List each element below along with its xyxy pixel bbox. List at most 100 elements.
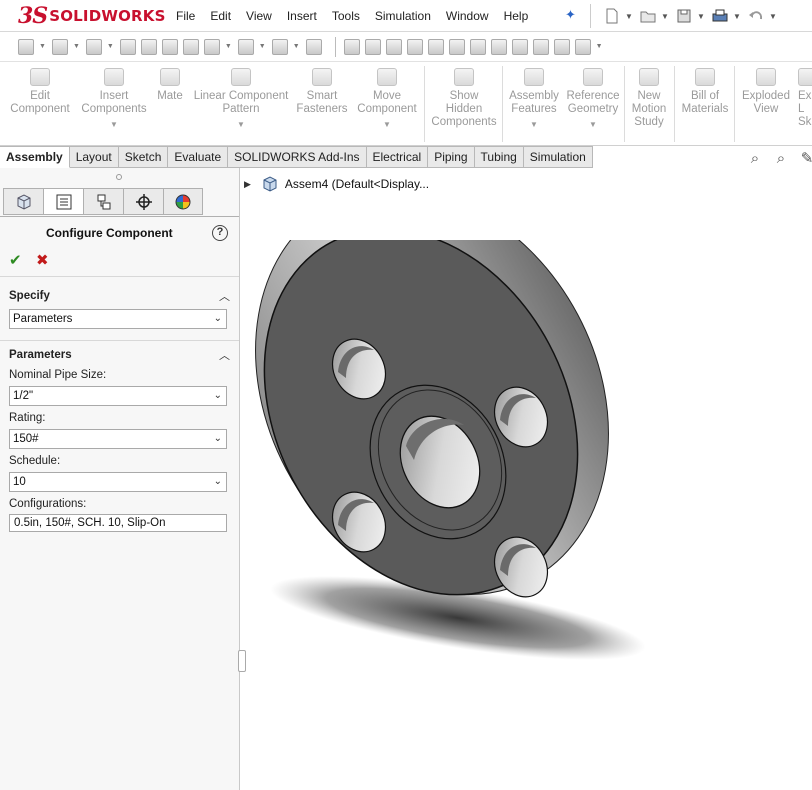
dropdown-icon: ▼	[292, 43, 300, 50]
toolbar-scene-icon[interactable]	[203, 38, 220, 55]
specify-select[interactable]: Parameters ⌄	[9, 309, 227, 329]
tab-evaluate[interactable]: Evaluate	[168, 146, 229, 168]
tab-tubing[interactable]: Tubing	[474, 146, 524, 168]
panel-grip-handle[interactable]	[116, 174, 122, 180]
toolbar-section-icon[interactable]	[119, 38, 136, 55]
show-hidden-icon	[454, 68, 474, 86]
toolbar-plane2-icon[interactable]	[574, 38, 591, 55]
menu-insert[interactable]: Insert	[287, 9, 317, 23]
tab-piping[interactable]: Piping	[428, 146, 475, 168]
toolbar-plane-icon[interactable]	[237, 38, 254, 55]
toolbar-appearance-icon[interactable]	[182, 38, 199, 55]
assembly-root-label[interactable]: Assem4 (Default<Display...	[285, 177, 429, 191]
schedule-select[interactable]: 10 ⌄	[9, 472, 227, 492]
tab-sketch[interactable]: Sketch	[118, 146, 169, 168]
panel-splitter-handle[interactable]	[238, 650, 246, 672]
toolbar-cube2-icon[interactable]	[406, 38, 423, 55]
chevron-up-icon[interactable]: ︿	[219, 347, 230, 363]
undo-dropdown-icon[interactable]: ▼	[769, 12, 777, 21]
toolbar-hide-icon[interactable]	[161, 38, 178, 55]
linear-component-pattern-button[interactable]: Linear Component Pattern ▼	[190, 68, 292, 131]
cancel-x-icon[interactable]: ✖	[36, 251, 49, 269]
tab-assembly[interactable]: Assembly	[0, 146, 70, 168]
menu-simulation[interactable]: Simulation	[375, 9, 431, 23]
new-dropdown-icon[interactable]: ▼	[625, 12, 633, 21]
toolbar-part-icon[interactable]	[18, 38, 34, 55]
chevron-up-icon[interactable]: ︿	[219, 288, 230, 304]
toolbar-cube8-icon[interactable]	[532, 38, 549, 55]
toolbar-component-icon[interactable]	[51, 38, 68, 55]
specify-section-heading[interactable]: Specify	[9, 290, 50, 302]
open-dropdown-icon[interactable]: ▼	[661, 12, 669, 21]
toolbar-cube3-icon[interactable]	[427, 38, 444, 55]
open-folder-icon[interactable]	[639, 7, 657, 25]
toolbar-curve-icon[interactable]	[271, 38, 288, 55]
toolbar-cube-icon[interactable]	[385, 38, 402, 55]
menu-bar: 3S SOLIDWORKS File Edit View Insert Tool…	[0, 0, 812, 32]
tab-electrical[interactable]: Electrical	[366, 146, 429, 168]
bill-of-materials-button[interactable]: Bill of Materials	[678, 68, 732, 116]
new-document-icon[interactable]	[603, 7, 621, 25]
parameters-section-heading[interactable]: Parameters	[9, 349, 72, 361]
toolbar-box-icon[interactable]	[364, 38, 381, 55]
panel-divider	[0, 276, 239, 277]
property-manager-tab[interactable]	[43, 188, 83, 215]
nominal-pipe-size-select[interactable]: 1/2" ⌄	[9, 386, 227, 406]
configuration-manager-tab[interactable]	[83, 188, 123, 215]
edit-component-label: Edit Component	[10, 90, 70, 115]
toolbar-3d-icon[interactable]	[343, 38, 360, 55]
explode-line-sketch-button[interactable]: Ex L Sk	[798, 68, 812, 129]
assembly-features-button[interactable]: Assembly Features ▼	[506, 68, 562, 131]
reference-geometry-button[interactable]: Reference Geometry ▼	[564, 68, 622, 131]
expand-arrow-icon[interactable]: ▶	[244, 179, 251, 190]
menu-view[interactable]: View	[246, 9, 272, 23]
display-manager-tab[interactable]	[163, 188, 203, 215]
heads-up-toolbar: ▼ ▼ ▼ ▼ ▼ ▼ ▼	[0, 32, 812, 62]
menu-help[interactable]: Help	[504, 9, 529, 23]
print-icon[interactable]	[711, 7, 729, 25]
flange-model[interactable]	[246, 240, 666, 690]
previous-view-icon[interactable]: ✎	[798, 150, 812, 168]
configurations-field[interactable]: 0.5in, 150#, SCH. 10, Slip-On	[9, 514, 227, 532]
toolbar-view-icon[interactable]	[85, 38, 102, 55]
print-dropdown-icon[interactable]: ▼	[733, 12, 741, 21]
dimxpert-manager-tab[interactable]	[123, 188, 163, 215]
toolbar-cube7-icon[interactable]	[511, 38, 528, 55]
menu-tools[interactable]: Tools	[332, 9, 360, 23]
new-motion-study-button[interactable]: New Motion Study	[626, 68, 672, 129]
toolbar-cube5-icon[interactable]	[469, 38, 486, 55]
move-component-button[interactable]: Move Component ▼	[354, 68, 420, 131]
tab-simulation[interactable]: Simulation	[523, 146, 593, 168]
exploded-view-button[interactable]: Exploded View	[738, 68, 794, 116]
insert-components-button[interactable]: Insert Components ▼	[78, 68, 150, 131]
exploded-view-icon	[756, 68, 776, 86]
zoom-to-fit-icon[interactable]: ⌕	[746, 150, 764, 168]
toolbar-cube9-icon[interactable]	[553, 38, 570, 55]
toolbar-display-icon[interactable]	[140, 38, 157, 55]
rating-select[interactable]: 150# ⌄	[9, 429, 227, 449]
panel-divider	[0, 340, 239, 341]
pin-icon[interactable]: ✦	[565, 8, 579, 22]
toolbar-cube4-icon[interactable]	[448, 38, 465, 55]
toolbar-measure-icon[interactable]	[305, 38, 322, 55]
menu-file[interactable]: File	[176, 9, 195, 23]
tab-solidworks-addins[interactable]: SOLIDWORKS Add-Ins	[228, 146, 367, 168]
configurations-label: Configurations:	[9, 498, 87, 510]
toolbar-cube6-icon[interactable]	[490, 38, 507, 55]
show-hidden-components-button[interactable]: Show Hidden Components	[428, 68, 500, 129]
help-icon[interactable]: ?	[212, 225, 228, 241]
edit-component-button[interactable]: Edit Component	[8, 68, 72, 116]
tab-layout[interactable]: Layout	[69, 146, 119, 168]
property-list-icon	[56, 194, 71, 209]
mate-button[interactable]: Mate	[152, 68, 188, 103]
feature-manager-tab[interactable]	[3, 188, 43, 215]
menu-window[interactable]: Window	[446, 9, 489, 23]
solidworks-logo[interactable]: 3S SOLIDWORKS	[18, 3, 166, 29]
menu-edit[interactable]: Edit	[210, 9, 231, 23]
ok-checkmark-icon[interactable]: ✔	[9, 251, 22, 269]
zoom-to-area-icon[interactable]: ⌕	[772, 150, 790, 168]
save-dropdown-icon[interactable]: ▼	[697, 12, 705, 21]
save-icon[interactable]	[675, 7, 693, 25]
undo-icon[interactable]	[747, 7, 765, 25]
smart-fasteners-button[interactable]: Smart Fasteners	[294, 68, 350, 116]
